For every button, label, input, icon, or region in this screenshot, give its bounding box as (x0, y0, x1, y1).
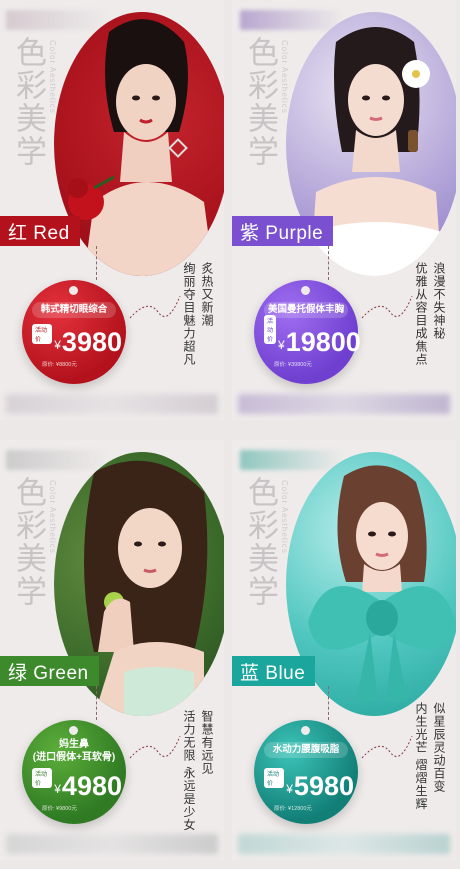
dotted-connector (361, 735, 413, 759)
original-price: 原价: ¥12800元 (274, 806, 312, 812)
tag-hole (301, 286, 310, 295)
slogan-line-1: 浪漫不失神秘 (432, 262, 446, 340)
price-badge: 活动价 (264, 315, 277, 344)
blurred-footer (6, 834, 218, 854)
slogan-line-2: 优雅从容目成焦点 (414, 262, 428, 366)
poster-title: 色彩美学 (242, 36, 278, 168)
tag-hole (69, 286, 78, 295)
product-name-line-1: 妈生鼻 (59, 739, 89, 750)
color-label: 红 Red (0, 216, 80, 246)
dotted-connector (129, 735, 181, 759)
slogan: 炙热又新潮 绚丽夺目魅力超凡 (180, 262, 216, 366)
poster-purple: 色彩美学 Color Aesthetics 紫 Purple 美国曼托假体丰胸 … (232, 0, 456, 420)
product-name: 韩式精切眼综合 (32, 302, 116, 318)
price-row: 活动价 ¥ 19800 (264, 315, 361, 356)
poster-blue: 色彩美学 Color Aesthetics 蓝 Blue 水动力腰腹吸脂 活动价… (232, 440, 456, 860)
currency-symbol: ¥ (286, 782, 293, 796)
price-badge: 活动价 (32, 324, 53, 344)
tag-hole (301, 726, 310, 735)
tag-string (328, 686, 330, 720)
slogan-line-2: 活力无限 永远是少女 (182, 710, 196, 832)
original-price: 原价: ¥8800元 (42, 362, 77, 368)
blurred-footer (238, 834, 450, 854)
product-name: 美国曼托假体丰胸 (264, 302, 348, 318)
color-label: 蓝 Blue (232, 656, 316, 686)
price-row: 活动价 ¥ 4980 (32, 768, 122, 801)
price-tag: 妈生鼻 (进口假体+耳软骨) 活动价 ¥ 4980 原价: ¥9800元 (22, 720, 126, 824)
poster-title: 色彩美学 (10, 36, 46, 168)
product-name-line-2: (进口假体+耳软骨) (32, 752, 116, 763)
poster-red: 色彩美学 Color Aesthetics 红 Red 韩式精切眼综合 活动价 … (0, 0, 224, 420)
blurred-footer (238, 394, 450, 414)
price: 4980 (61, 771, 122, 801)
currency-symbol: ¥ (54, 338, 61, 352)
price-tag: 美国曼托假体丰胸 活动价 ¥ 19800 原价: ¥39800元 (254, 280, 361, 384)
price: 19800 (285, 327, 361, 357)
blurred-footer (6, 394, 218, 414)
currency-symbol: ¥ (278, 338, 285, 352)
price: 5980 (293, 771, 354, 801)
original-price: 原价: ¥9800元 (42, 806, 77, 812)
currency-symbol: ¥ (54, 782, 61, 796)
tag-string (96, 686, 98, 720)
slogan: 浪漫不失神秘 优雅从容目成焦点 (412, 262, 448, 366)
price: 3980 (61, 327, 122, 357)
slogan-line-1: 炙热又新潮 (200, 262, 214, 327)
tag-string (328, 246, 330, 280)
price-badge: 活动价 (264, 768, 285, 788)
poster-title: 色彩美学 (10, 476, 46, 608)
price-row: 活动价 ¥ 5980 (264, 768, 354, 801)
slogan-line-1: 智慧有远见 (200, 710, 214, 775)
color-label: 紫 Purple (232, 216, 334, 246)
color-label: 绿 Green (0, 656, 99, 686)
poster-green: 色彩美学 Color Aesthetics 绿 Green 妈生鼻 (进口假体+… (0, 440, 224, 860)
price-tag: 韩式精切眼综合 活动价 ¥ 3980 原价: ¥8800元 (22, 280, 126, 384)
price-tag: 水动力腰腹吸脂 活动价 ¥ 5980 原价: ¥12800元 (254, 720, 358, 824)
tag-string (96, 246, 98, 280)
tag-hole (69, 726, 78, 735)
original-price: 原价: ¥39800元 (274, 362, 312, 368)
product-name: 妈生鼻 (进口假体+耳软骨) (32, 738, 116, 766)
price-row: 活动价 ¥ 3980 (32, 324, 122, 357)
slogan: 智慧有远见 活力无限 永远是少女 (180, 710, 216, 831)
poster-title: 色彩美学 (242, 476, 278, 608)
slogan-line-2: 内生光芒 熠熠生辉 (414, 702, 428, 811)
slogan-line-2: 绚丽夺目魅力超凡 (182, 262, 196, 366)
dotted-connector (129, 295, 181, 319)
price-badge: 活动价 (32, 768, 53, 788)
product-name: 水动力腰腹吸脂 (264, 742, 348, 758)
slogan: 似星辰灵动百变 内生光芒 熠熠生辉 (412, 702, 448, 810)
slogan-line-1: 似星辰灵动百变 (432, 702, 446, 793)
dotted-connector (361, 295, 413, 319)
